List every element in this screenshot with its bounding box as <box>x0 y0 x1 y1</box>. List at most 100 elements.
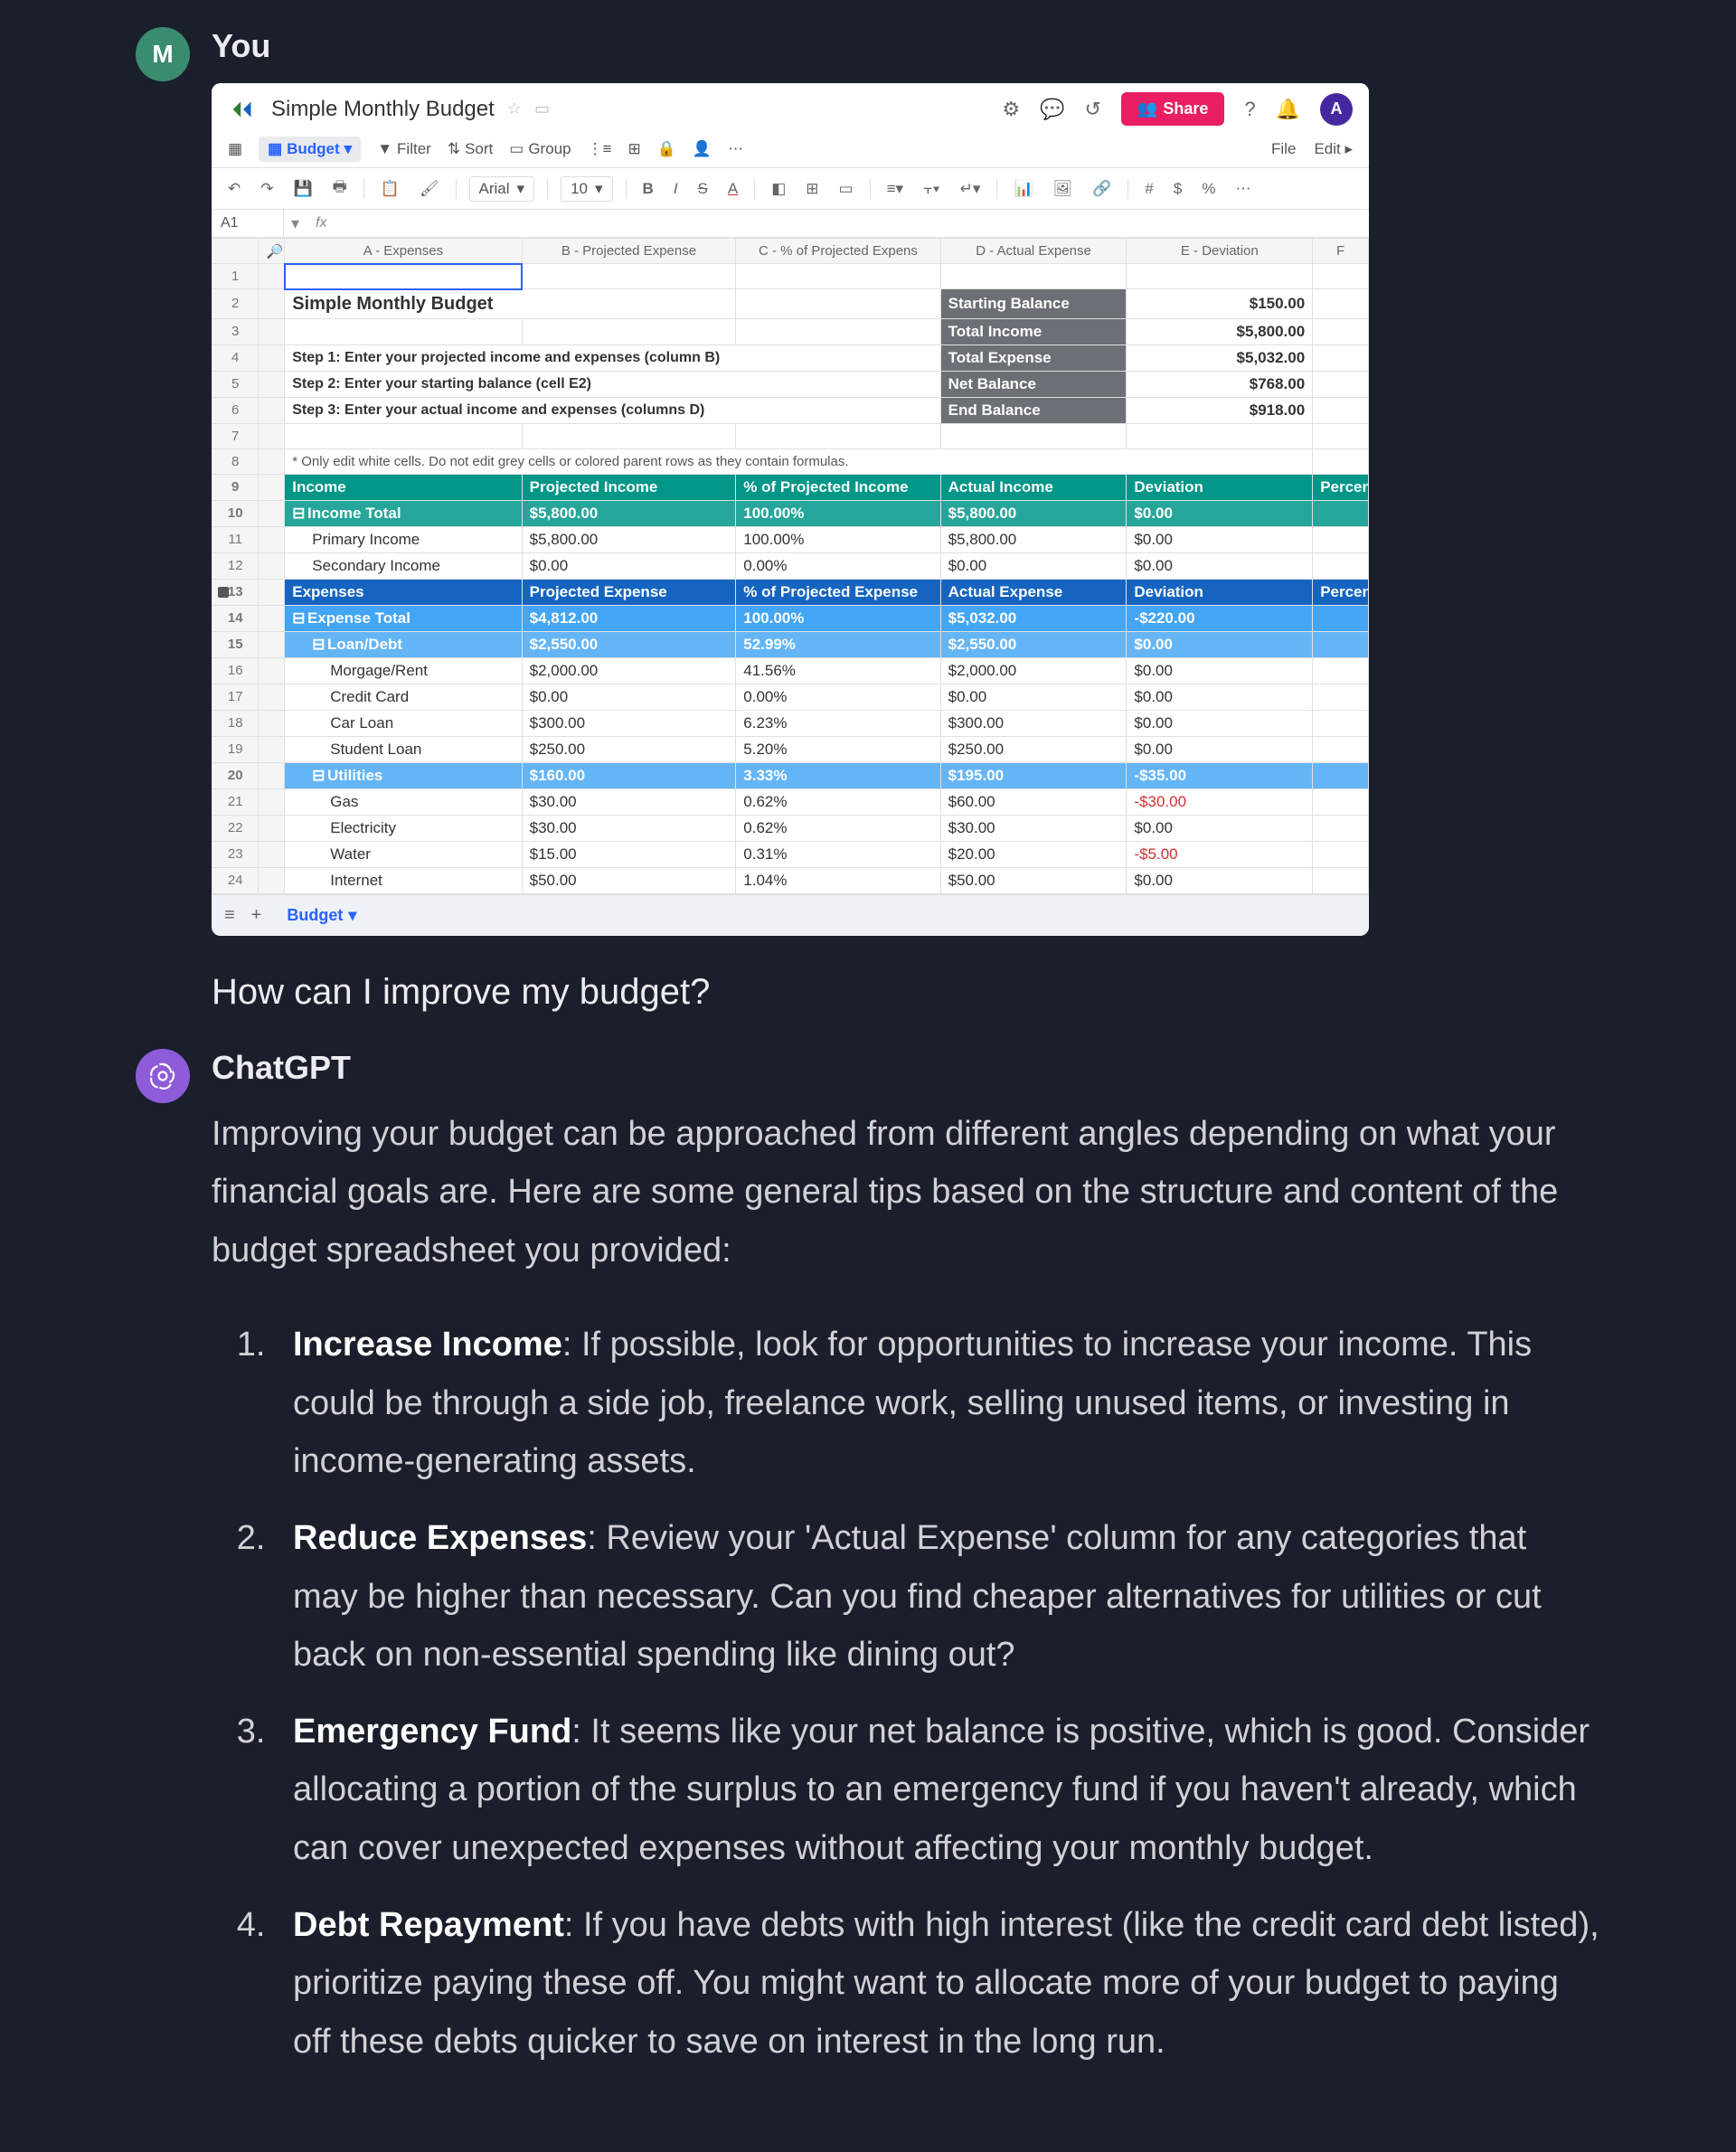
font-selector[interactable]: Arial ▾ <box>469 176 535 202</box>
strike-icon[interactable]: S <box>694 180 712 198</box>
image-icon[interactable]: 🖼 <box>1050 180 1077 198</box>
file-menu[interactable]: File <box>1271 140 1296 158</box>
row-6[interactable]: 6 Step 3: Enter your actual income and e… <box>212 397 1369 423</box>
row-17[interactable]: 17 Credit Card $0.000.00% $0.00$0.00 <box>212 684 1369 710</box>
toolbar-icon-1[interactable]: ⋮≡ <box>588 140 612 158</box>
row-23[interactable]: 23 Water $15.000.31% $20.00-$5.00 <box>212 841 1369 867</box>
app-logo-icon <box>228 94 259 125</box>
row-2[interactable]: 2 Simple Monthly Budget Starting Balance… <box>212 289 1369 319</box>
notification-icon[interactable]: 🔔 <box>1276 98 1300 121</box>
tips-list: Increase Income: If possible, look for o… <box>212 1316 1600 2071</box>
history-icon[interactable]: ↺ <box>1084 98 1100 121</box>
group-button[interactable]: ▭ Group <box>509 140 571 158</box>
chart-icon[interactable]: 📊 <box>1010 180 1036 198</box>
tip-item: Emergency Fund: It seems like your net b… <box>275 1703 1600 1878</box>
redo-icon[interactable]: ↷ <box>257 180 277 198</box>
halign-icon[interactable]: ≡▾ <box>883 180 907 198</box>
format-painter-icon[interactable]: 🖌 <box>416 180 443 198</box>
automation-icon[interactable]: ⚙ <box>1002 98 1020 121</box>
view-name: Budget <box>287 140 340 158</box>
expense-header-row[interactable]: 13 Expenses Projected Expense % of Proje… <box>212 579 1369 605</box>
sheet-view-selector[interactable]: ▦ Budget ▾ <box>259 137 361 162</box>
font-size-selector[interactable]: 10 ▾ <box>561 176 612 202</box>
openai-logo-icon <box>146 1060 179 1092</box>
dollar-icon[interactable]: $ <box>1170 180 1185 198</box>
link-icon[interactable]: 🔗 <box>1089 180 1115 198</box>
user-question-text: How can I improve my budget? <box>212 972 1600 1013</box>
row-11[interactable]: 11 Primary Income $5,800.00100.00% $5,80… <box>212 526 1369 552</box>
bot-sender-label: ChatGPT <box>212 1049 1600 1087</box>
bot-avatar <box>136 1049 190 1103</box>
bold-icon[interactable]: B <box>639 180 657 198</box>
row-4[interactable]: 4 Step 1: Enter your projected income an… <box>212 345 1369 371</box>
row-5[interactable]: 5 Step 2: Enter your starting balance (c… <box>212 371 1369 397</box>
add-sheet-icon[interactable]: + <box>251 905 262 926</box>
percent-icon[interactable]: % <box>1198 180 1219 198</box>
toolbar-icon-2[interactable]: ⊞ <box>628 140 641 158</box>
help-icon[interactable]: ? <box>1244 98 1255 121</box>
more-icon[interactable]: ⋯ <box>728 140 743 158</box>
spreadsheet-grid[interactable]: 🔎 A - Expenses B - Projected Expense C -… <box>212 238 1369 894</box>
format-toolbar: ↶ ↷ 💾 🖶 📋 🖌 Arial ▾ 10 ▾ B I S A ◧ ⊞ ▭ <box>212 168 1369 210</box>
person-icon[interactable]: 👤 <box>693 140 712 158</box>
save-icon[interactable]: 💾 <box>290 180 316 198</box>
italic-icon[interactable]: I <box>670 180 682 198</box>
row-19[interactable]: 19 Student Loan $250.005.20% $250.00$0.0… <box>212 736 1369 762</box>
row-1[interactable]: 1 <box>212 264 1369 289</box>
expense-total-row[interactable]: 14 ⊟ Expense Total $4,812.00 100.00% $5,… <box>212 605 1369 631</box>
profile-avatar[interactable]: A <box>1320 93 1353 126</box>
wrap-icon[interactable]: ↵▾ <box>957 180 985 198</box>
more-format-icon[interactable]: ⋯ <box>1231 180 1254 198</box>
menu-icon[interactable]: ≡ <box>224 905 235 926</box>
merge-icon[interactable]: ▭ <box>835 180 857 198</box>
row-21[interactable]: 21 Gas $30.000.62% $60.00-$30.00 <box>212 788 1369 815</box>
row-8[interactable]: 8 * Only edit white cells. Do not edit g… <box>212 448 1369 474</box>
row-24[interactable]: 24 Internet $50.001.04% $50.00$0.00 <box>212 867 1369 893</box>
tip-item: Debt Repayment: If you have debts with h… <box>275 1896 1600 2072</box>
share-button[interactable]: 👥 Share <box>1121 92 1224 126</box>
spreadsheet-attachment: Simple Monthly Budget ☆ ▭ ⚙ 💬 ↺ 👥 Share … <box>212 83 1369 936</box>
chevron-down-icon: ▾ <box>344 140 353 158</box>
column-header-row[interactable]: 🔎 A - Expenses B - Projected Expense C -… <box>212 239 1369 264</box>
fx-icon: ▾ <box>284 214 307 233</box>
print-icon[interactable]: 🖶 <box>329 175 351 202</box>
row-12[interactable]: 12 Secondary Income $0.000.00% $0.00$0.0… <box>212 552 1369 579</box>
row-22[interactable]: 22 Electricity $30.000.62% $30.00$0.00 <box>212 815 1369 841</box>
bot-intro: Improving your budget can be approached … <box>212 1105 1600 1280</box>
font-color-icon[interactable]: A <box>724 180 741 198</box>
view-toolbar: ▦ ▦ Budget ▾ ▼ Filter ⇅ Sort ▭ Group ⋮≡ … <box>212 131 1369 168</box>
edit-menu[interactable]: Edit ▸ <box>1314 140 1353 158</box>
share-label: Share <box>1163 99 1208 118</box>
border-icon[interactable]: ⊞ <box>802 180 822 198</box>
star-icon[interactable]: ☆ <box>507 99 522 118</box>
filter-button[interactable]: ▼ Filter <box>377 140 431 158</box>
loan-row[interactable]: 15 ⊟ Loan/Debt $2,550.0052.99% $2,550.00… <box>212 631 1369 657</box>
row-3[interactable]: 3 Total Income $5,800.00 <box>212 318 1369 345</box>
fill-icon[interactable]: ◧ <box>768 180 789 198</box>
clipboard-icon[interactable]: 📋 <box>377 180 403 198</box>
share-icon: 👥 <box>1137 99 1157 118</box>
sort-button[interactable]: ⇅ Sort <box>448 140 493 158</box>
folder-icon[interactable]: ▭ <box>534 99 550 118</box>
income-total-row[interactable]: 10 ⊟ Income Total $5,800.00 100.00% $5,8… <box>212 500 1369 526</box>
valign-icon[interactable]: ⫟▾ <box>920 180 944 198</box>
tip-item: Reduce Expenses: Review your 'Actual Exp… <box>275 1509 1600 1685</box>
cell-reference[interactable]: A1 <box>212 210 284 237</box>
row-18[interactable]: 18 Car Loan $300.006.23% $300.00$0.00 <box>212 710 1369 736</box>
user-sender-label: You <box>212 27 1600 65</box>
lock-icon[interactable]: 🔒 <box>657 140 676 158</box>
sheet-tabs-bar: ≡ + Budget ▾ <box>212 894 1369 936</box>
tip-item: Increase Income: If possible, look for o… <box>275 1316 1600 1491</box>
sheet-tab-budget[interactable]: Budget ▾ <box>278 902 365 929</box>
spreadsheet-titlebar: Simple Monthly Budget ☆ ▭ ⚙ 💬 ↺ 👥 Share … <box>212 83 1369 131</box>
utilities-row[interactable]: 20 ⊟ Utilities $160.003.33% $195.00-$35.… <box>212 762 1369 788</box>
undo-icon[interactable]: ↶ <box>224 180 244 198</box>
user-avatar: M <box>136 27 190 81</box>
hash-icon[interactable]: # <box>1141 180 1156 198</box>
grid-view-icon[interactable]: ▦ <box>228 140 242 158</box>
income-header-row[interactable]: 9 Income Projected Income % of Projected… <box>212 474 1369 500</box>
comment-icon[interactable]: 💬 <box>1040 98 1064 121</box>
row-16[interactable]: 16 Morgage/Rent $2,000.0041.56% $2,000.0… <box>212 657 1369 684</box>
doc-title: Simple Monthly Budget <box>271 97 495 122</box>
row-7[interactable]: 7 <box>212 423 1369 448</box>
